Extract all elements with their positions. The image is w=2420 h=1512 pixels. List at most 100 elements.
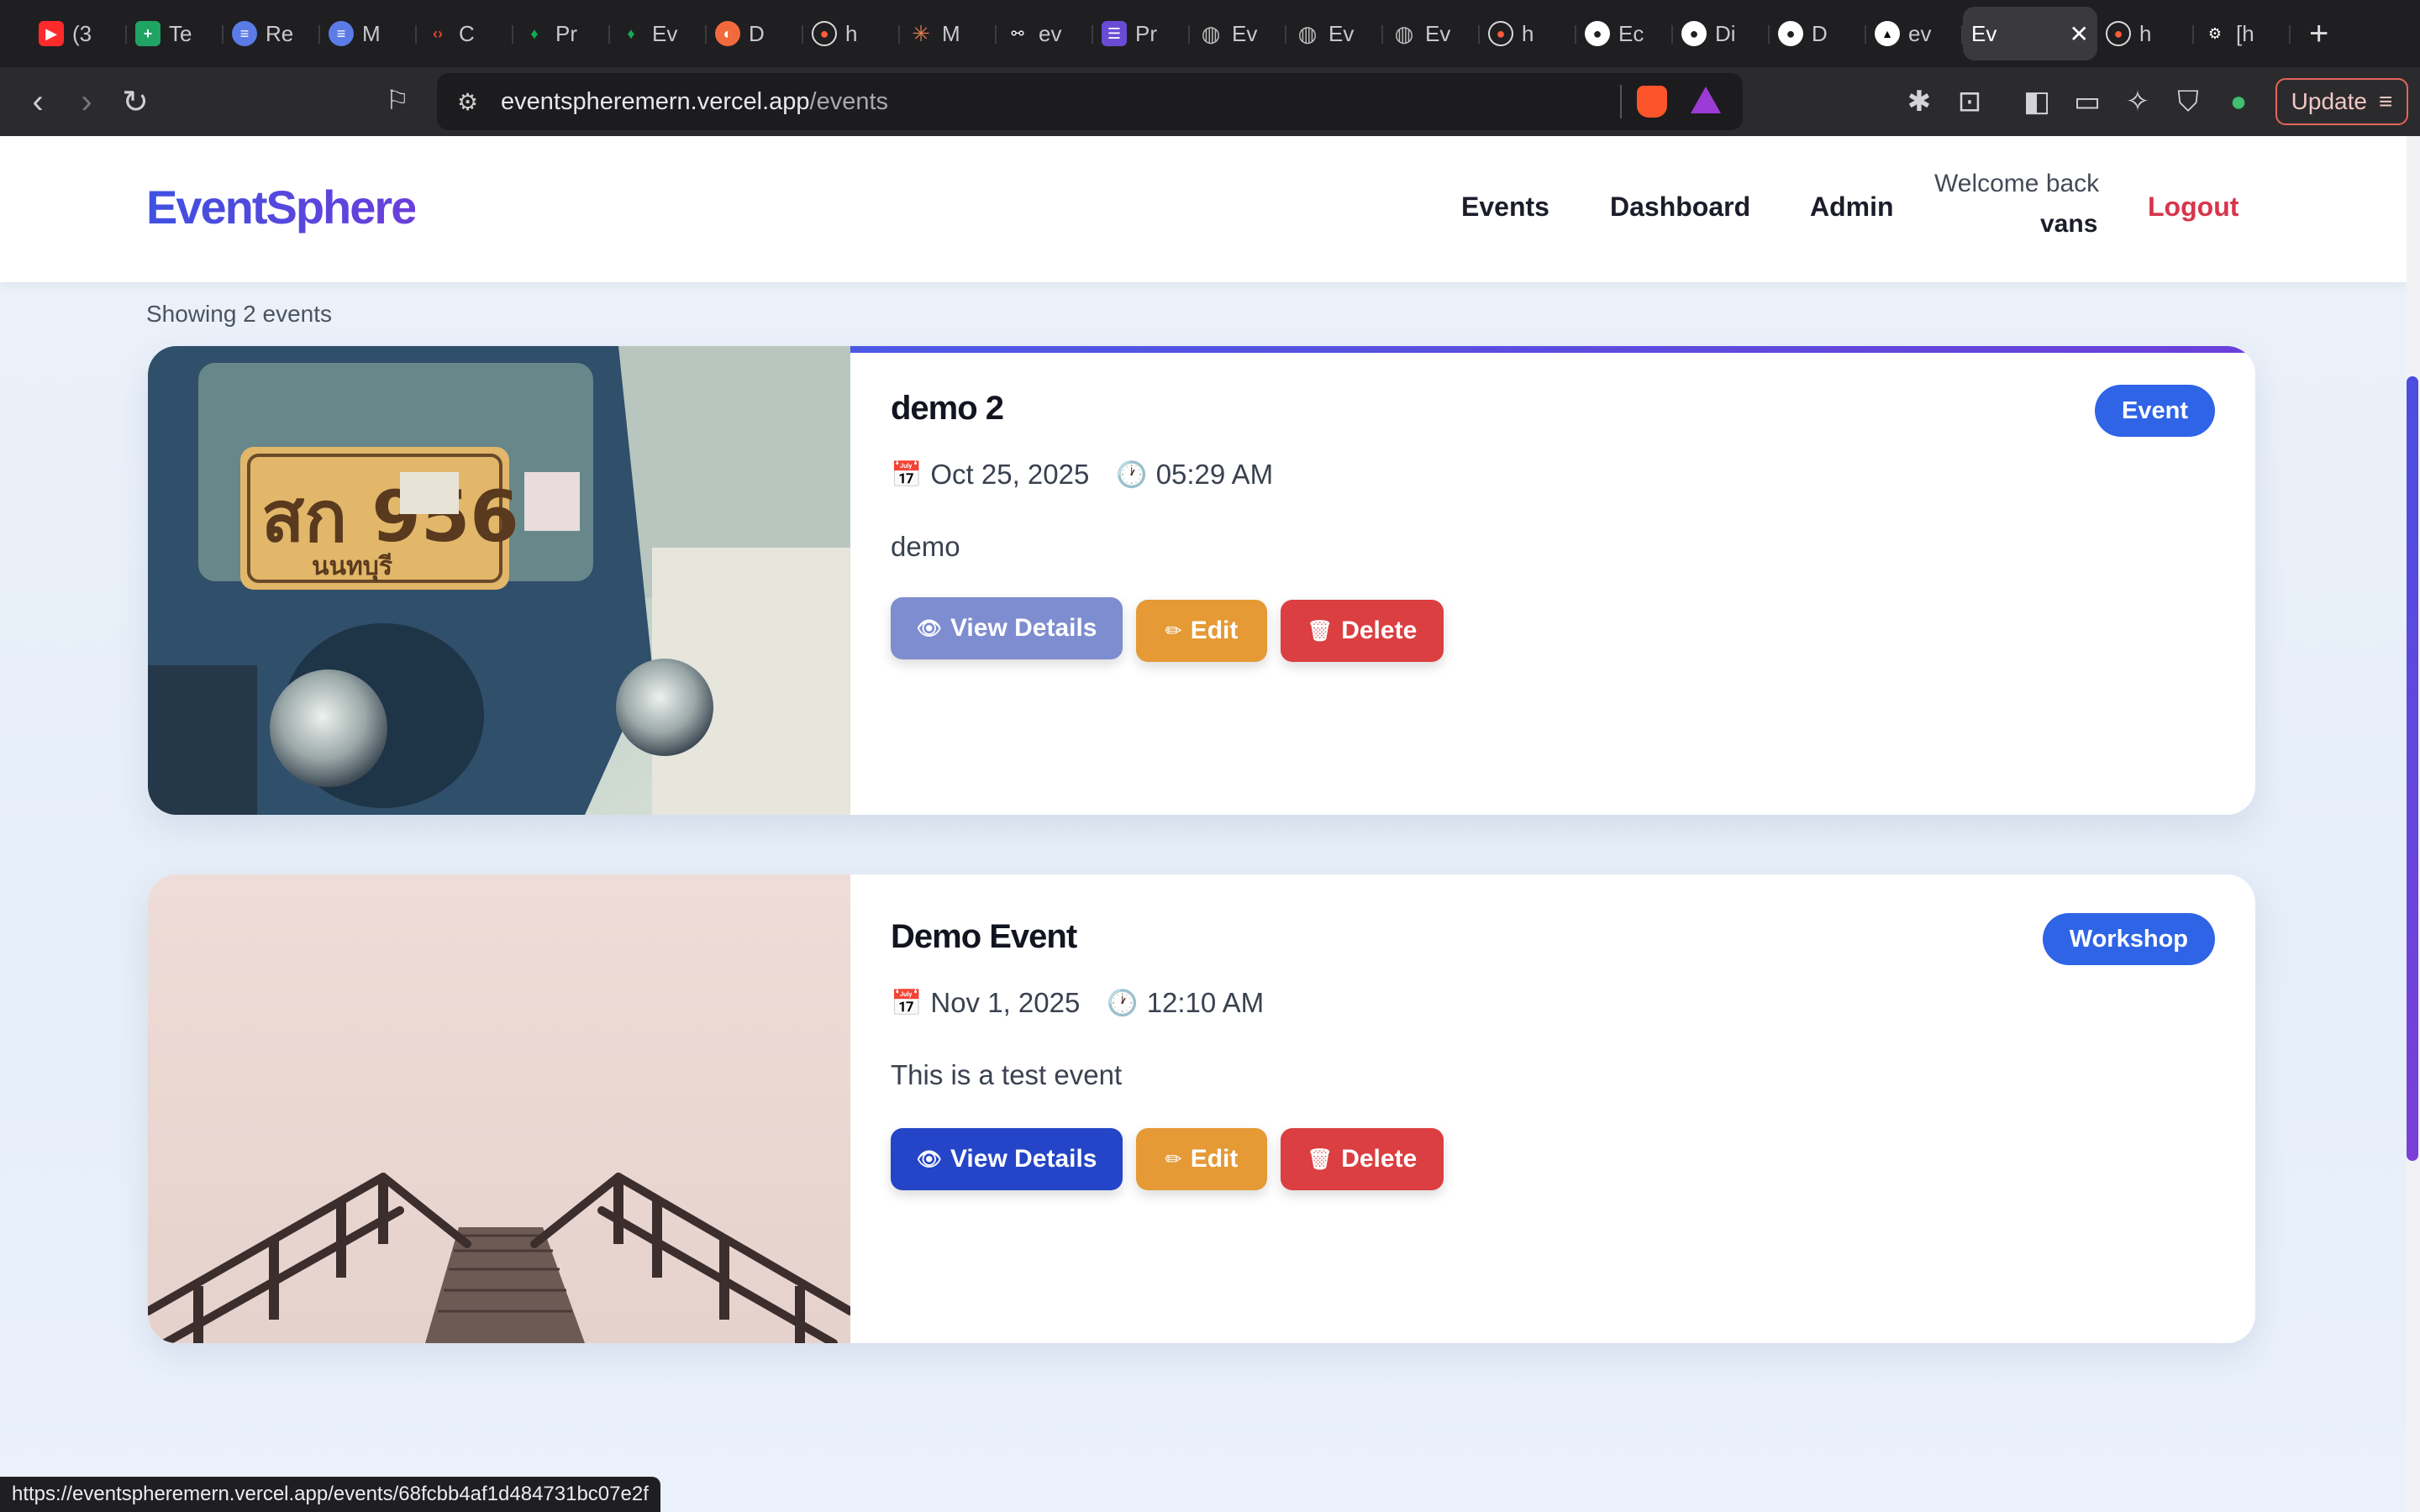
delete-button[interactable]: 🗑 Delete (1281, 1128, 1444, 1190)
brave-icon: ● (812, 21, 837, 46)
event-time: 12:10 AM (1146, 987, 1265, 1018)
browser-tab[interactable]: ● h (1480, 7, 1576, 60)
eye-icon: 👁 (916, 1147, 942, 1171)
divider (1620, 85, 1622, 118)
toolbar-actions: ✱ ⊡ ◧ ▭ ✧ ⛉ ● Update ≡ (1894, 67, 2420, 136)
github-icon: ● (1681, 21, 1707, 46)
leo-ai-icon[interactable]: ✧ (2112, 85, 2163, 118)
browser-tab[interactable]: ≡ Re (224, 7, 320, 60)
view-details-button[interactable]: 👁 View Details (891, 597, 1123, 659)
welcome-text: Welcome back (1934, 170, 2100, 197)
browser-tab[interactable]: + Te (127, 7, 224, 60)
tuk-tuk-photo: สก 956 นนทบุรี (148, 346, 850, 815)
delete-button[interactable]: 🗑 Delete (1281, 600, 1444, 662)
edit-button[interactable]: ✏ Edit (1136, 600, 1267, 662)
browser-tab-active[interactable]: Ev ✕ (1963, 7, 2097, 60)
github-icon: ● (1778, 21, 1803, 46)
svg-text:นนทบุรี: นนทบุรี (312, 552, 392, 582)
scrollbar-thumb[interactable] (2407, 376, 2418, 1161)
event-date: Nov 1, 2025 (930, 987, 1081, 1018)
event-count: Showing 2 events (146, 301, 333, 327)
url-path: /events (809, 87, 889, 115)
browser-tab[interactable]: ⚙ [h (2194, 7, 2291, 60)
event-card: สก 956 นนทบุรี demo 2 Event 📅 Oct 25, 20… (148, 346, 2255, 815)
browser-tab[interactable]: ● h (2097, 7, 2194, 60)
event-description: This is a test event (891, 1059, 1123, 1090)
eye-icon: 👁 (916, 617, 942, 640)
claude-icon: ✳ (912, 20, 930, 46)
browser-tab[interactable]: ● Di (1673, 7, 1770, 60)
globe-icon: ◍ (1394, 20, 1414, 46)
event-image[interactable] (148, 874, 850, 1343)
trash-icon: 🗑 (1307, 1147, 1334, 1171)
browser-tab[interactable]: ◍ Ev (1190, 7, 1286, 60)
pencil-icon: ✏ (1165, 619, 1182, 643)
logout-link[interactable]: Logout (2148, 192, 2238, 223)
browser-tab[interactable]: ♦ Ev (610, 7, 707, 60)
vpn-icon[interactable]: ⛉ (2163, 86, 2213, 118)
address-bar[interactable]: ⚙ eventspheremern.vercel.app/events (437, 73, 1743, 130)
brave-icon: ● (2106, 21, 2131, 46)
browser-tab[interactable]: ⚯ ev (997, 7, 1093, 60)
edit-button[interactable]: ✏ Edit (1136, 1128, 1267, 1190)
bookmark-icon[interactable]: ⚐ (373, 84, 422, 116)
sidebar-icon[interactable]: ◧ (2012, 85, 2062, 118)
profile-icon[interactable]: ● (2213, 86, 2264, 118)
browser-tab[interactable]: ♦ Pr (513, 7, 610, 60)
site-header: EventSphere Events Dashboard Admin Welco… (0, 136, 2407, 282)
browser-tab[interactable]: ◍ Ev (1383, 7, 1480, 60)
browser-tab[interactable]: ▲ ev (1866, 7, 1963, 60)
pencil-icon: ✏ (1165, 1147, 1182, 1171)
nav-admin[interactable]: Admin (1810, 192, 1894, 223)
browser-tab[interactable]: ◍ Ev (1286, 7, 1383, 60)
browser-tab[interactable]: ▶ (3 (30, 7, 127, 60)
screenshot-icon[interactable]: ⊡ (1944, 85, 1995, 118)
back-icon[interactable]: ‹ (13, 83, 62, 121)
nav-events[interactable]: Events (1461, 192, 1549, 223)
event-category-badge: Workshop (2042, 913, 2215, 965)
browser-tab[interactable]: ≡ M (320, 7, 417, 60)
browser-tab[interactable]: ● D (1770, 7, 1866, 60)
brave-rewards-icon[interactable] (1691, 87, 1721, 113)
forward-icon[interactable]: › (62, 83, 111, 121)
svg-text:สก 956: สก 956 (261, 475, 519, 558)
event-meta: 📅 Oct 25, 2025 🕐 05:29 AM (891, 459, 1273, 491)
browser-tab[interactable]: ☰ Pr (1093, 7, 1190, 60)
close-tab-icon[interactable]: ✕ (2070, 20, 2089, 48)
github-icon: ● (1585, 21, 1610, 46)
extensions-icon[interactable]: ✱ (1894, 85, 1944, 118)
code-icon: ‹› (433, 24, 443, 42)
browser-tab[interactable]: ● Ec (1576, 7, 1673, 60)
site-settings-icon[interactable]: ⚙ (457, 88, 478, 116)
browser-tab[interactable]: ◐ D (707, 7, 803, 60)
event-actions: 👁 View Details ✏ Edit 🗑 Delete (891, 597, 1444, 662)
vercel-icon: ▲ (1875, 21, 1900, 46)
event-time: 05:29 AM (1155, 459, 1274, 490)
brave-icon: ● (1488, 21, 1513, 46)
event-title[interactable]: Demo Event (891, 918, 1077, 956)
view-details-button[interactable]: 👁 View Details (891, 1128, 1123, 1190)
grid-icon: ⚙ (2207, 24, 2223, 42)
browser-tab[interactable]: ‹› C (417, 7, 513, 60)
menu-icon: ≡ (2378, 88, 2393, 114)
browser-tab[interactable]: ● h (803, 7, 900, 60)
calendar-icon: 📅 (891, 460, 923, 489)
event-date: Oct 25, 2025 (930, 459, 1090, 490)
site-logo[interactable]: EventSphere (146, 180, 417, 234)
event-title[interactable]: demo 2 (891, 390, 1004, 428)
event-description: demo (891, 531, 960, 562)
browser-tab[interactable]: ✳ M (900, 7, 997, 60)
username: vans (2040, 210, 2098, 238)
reload-icon[interactable]: ↻ (111, 83, 160, 121)
foggy-stairs-photo (148, 874, 850, 1343)
brave-shields-icon[interactable] (1637, 86, 1667, 118)
event-image[interactable]: สก 956 นนทบุรี (148, 346, 850, 815)
update-button[interactable]: Update ≡ (2275, 78, 2408, 125)
wallet-icon[interactable]: ▭ (2062, 85, 2112, 118)
nav-dashboard[interactable]: Dashboard (1610, 192, 1750, 223)
new-tab-icon[interactable]: + (2309, 15, 2328, 53)
list-icon: ☰ (1102, 21, 1127, 46)
browser-toolbar: ‹ › ↻ ⚐ ⚙ eventspheremern.vercel.app/eve… (0, 67, 2420, 136)
sheets-icon: + (135, 21, 160, 46)
event-category-badge: Event (2095, 385, 2215, 437)
